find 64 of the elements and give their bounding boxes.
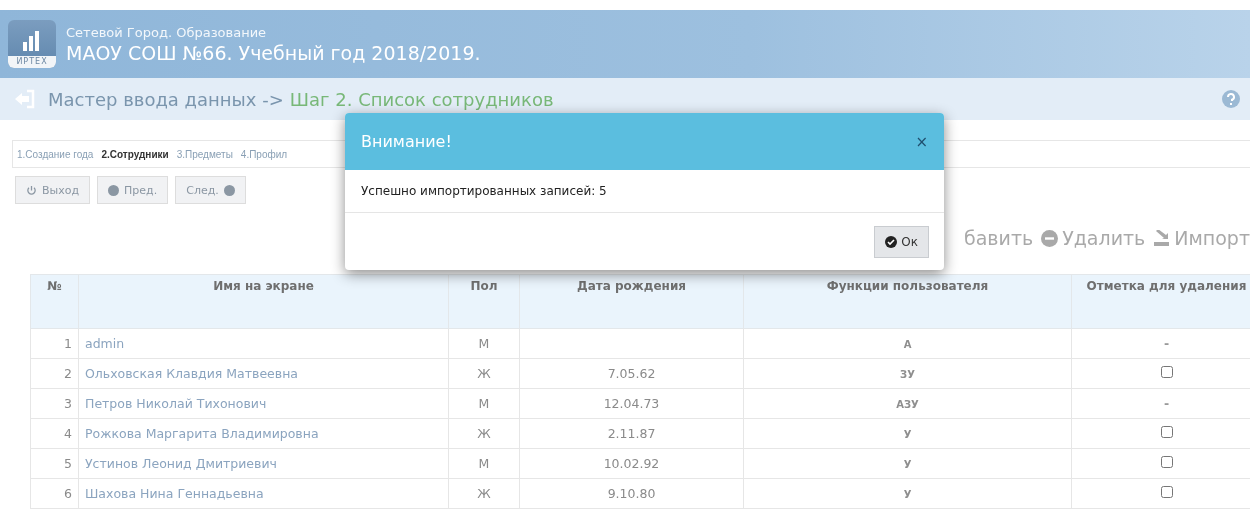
birth-date-cell: 7.05.62 xyxy=(519,358,744,389)
import-link[interactable]: Импорт xyxy=(1153,227,1250,249)
exit-button[interactable]: Выход xyxy=(15,176,91,204)
row-number: 1 xyxy=(30,328,79,359)
ok-button[interactable]: Ок xyxy=(874,226,929,258)
dialog-message: Успешно импортированных записей: 5 xyxy=(361,184,607,198)
column-header: Пол xyxy=(448,274,520,329)
roles-cell: У xyxy=(743,478,1072,509)
row-number: 2 xyxy=(30,358,79,389)
column-header: № xyxy=(30,274,79,329)
column-header: Дата рождения xyxy=(519,274,744,329)
sex-cell: Ж xyxy=(448,478,520,509)
school-title: МАОУ СОШ №66. Учебный год 2018/2019. xyxy=(66,41,481,64)
circle-icon xyxy=(108,184,120,196)
power-icon xyxy=(26,184,37,196)
birth-date-cell: 2.11.87 xyxy=(519,418,744,449)
user-name-link[interactable]: Петров Николай Тихонович xyxy=(85,396,267,411)
sex-cell: Ж xyxy=(448,418,520,449)
breadcrumb-current: Шаг 2. Список сотрудников xyxy=(289,88,554,110)
delete-checkbox[interactable] xyxy=(1160,366,1173,378)
row-number: 4 xyxy=(30,418,79,449)
roles-cell: ЗУ xyxy=(743,358,1072,389)
delete-checkbox[interactable] xyxy=(1160,426,1173,438)
next-button[interactable]: След. xyxy=(175,176,246,204)
sex-cell: М xyxy=(448,388,520,419)
delete-checkbox[interactable] xyxy=(1160,486,1173,498)
app-subtitle: Сетевой Город. Образование xyxy=(66,24,268,40)
roles-cell: АЗУ xyxy=(743,388,1072,419)
sex-cell: Ж xyxy=(448,358,520,389)
row-number: 5 xyxy=(30,448,79,479)
column-header: Функции пользователя xyxy=(743,274,1072,329)
row-number: 6 xyxy=(30,478,79,509)
sex-cell: М xyxy=(448,448,520,479)
logo-text: ИРТЕХ xyxy=(8,56,56,68)
roles-cell: У xyxy=(743,448,1072,479)
user-name-link[interactable]: admin xyxy=(85,336,125,351)
roles-cell: У xyxy=(743,418,1072,449)
user-name-link[interactable]: Рожкова Маргарита Владимировна xyxy=(85,426,319,441)
close-button[interactable]: × xyxy=(915,132,928,151)
step-link[interactable]: 3.Предметы xyxy=(176,148,233,160)
delete-link[interactable]: Удалить xyxy=(1041,227,1146,249)
check-circle-icon xyxy=(885,236,898,248)
step-link[interactable]: 4.Профил xyxy=(240,148,288,160)
sex-cell: М xyxy=(448,328,520,359)
user-name-link[interactable]: Шахова Нина Геннадьевна xyxy=(85,486,264,501)
step-link[interactable]: 1.Создание года xyxy=(17,148,94,160)
breadcrumb-prefix: Мастер ввода данных -> xyxy=(48,88,284,110)
circle-icon xyxy=(223,184,235,196)
user-name-link[interactable]: Устинов Леонид Дмитриевич xyxy=(85,456,277,471)
add-link[interactable]: бавить xyxy=(963,227,1034,249)
column-header: Имя на экране xyxy=(78,274,449,329)
birth-date-cell: 12.04.73 xyxy=(519,388,744,419)
delete-checkbox[interactable] xyxy=(1160,456,1173,468)
row-number: 3 xyxy=(30,388,79,419)
minus-circle-icon xyxy=(1041,229,1059,247)
dialog-title: Внимание! xyxy=(361,132,452,151)
birth-date-cell: 9.10.80 xyxy=(519,478,744,509)
step-link[interactable]: 2.Сотрудники xyxy=(101,148,169,160)
column-header: Отметка для удаления xyxy=(1071,274,1250,329)
prev-button[interactable]: Пред. xyxy=(97,176,169,204)
birth-date-cell: 10.02.92 xyxy=(519,448,744,479)
user-name-link[interactable]: Ольховская Клавдия Матвеевна xyxy=(85,366,298,381)
roles-cell: А xyxy=(743,328,1072,359)
import-icon xyxy=(1153,229,1171,247)
